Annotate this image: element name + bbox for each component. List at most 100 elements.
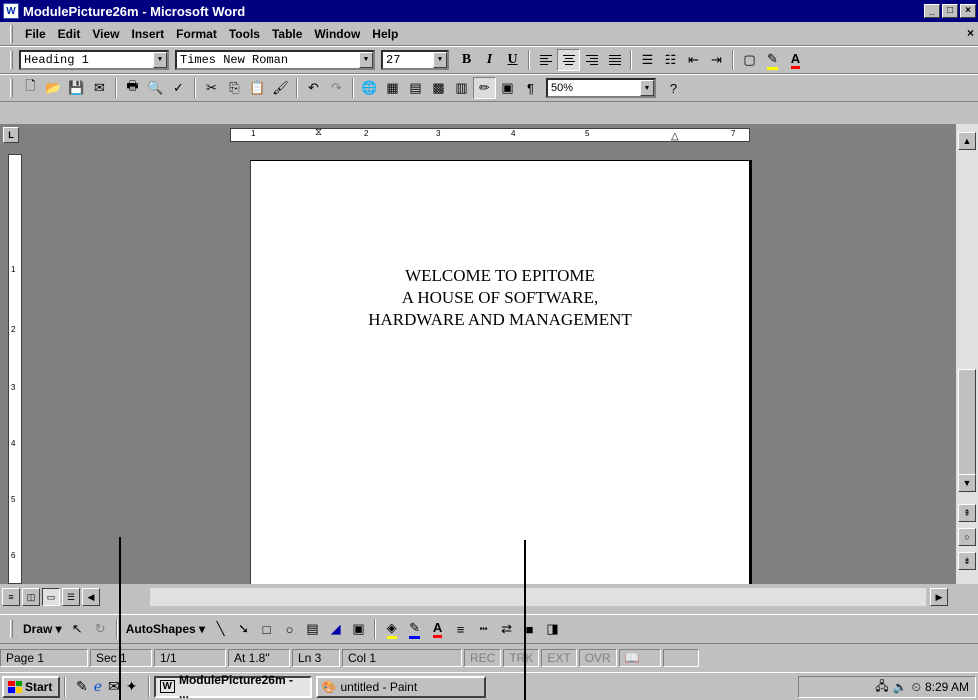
menu-help[interactable]: Help xyxy=(366,27,404,41)
justify-button[interactable] xyxy=(603,49,626,71)
show-desktop-icon[interactable]: ✎ xyxy=(76,678,88,695)
outline-view-button[interactable]: ☰ xyxy=(62,588,80,606)
bold-button[interactable]: B xyxy=(455,49,478,71)
insert-table-button[interactable]: ▤ xyxy=(404,77,427,99)
network-icon[interactable]: 🖧 xyxy=(875,677,888,698)
hyperlink-button[interactable]: 🌐 xyxy=(358,77,381,99)
scroll-up-button[interactable]: ▲ xyxy=(958,132,976,150)
redo-button[interactable]: ↷ xyxy=(325,77,348,99)
chevron-down-icon[interactable]: ▼ xyxy=(433,52,447,68)
draw-font-color-button[interactable]: A xyxy=(426,618,449,640)
shadow-button[interactable]: ■ xyxy=(518,618,541,640)
scroll-left-button[interactable]: ◀ xyxy=(82,588,100,606)
3d-button[interactable]: ◨ xyxy=(541,618,564,640)
status-trk[interactable]: TRK xyxy=(503,649,540,667)
show-hide-button[interactable]: ¶ xyxy=(519,77,542,99)
decrease-indent-button[interactable]: ⇤ xyxy=(682,49,705,71)
menu-edit[interactable]: Edit xyxy=(52,27,87,41)
web-layout-button[interactable]: ◫ xyxy=(22,588,40,606)
tab-selector[interactable]: L xyxy=(3,127,19,143)
fill-color-button[interactable]: ◈ xyxy=(380,618,403,640)
font-color-button[interactable]: A xyxy=(784,49,807,71)
oval-button[interactable]: ○ xyxy=(278,618,301,640)
text-box-button[interactable]: ▤ xyxy=(301,618,324,640)
menu-insert[interactable]: Insert xyxy=(125,27,170,41)
cut-button[interactable]: ✂ xyxy=(200,77,223,99)
menu-tools[interactable]: Tools xyxy=(223,27,266,41)
arrow-button[interactable]: ➘ xyxy=(232,618,255,640)
insert-excel-button[interactable]: ▩ xyxy=(427,77,450,99)
line-color-button[interactable]: ✎ xyxy=(403,618,426,640)
next-page-button[interactable]: ⇟ xyxy=(958,552,976,570)
menu-format[interactable]: Format xyxy=(170,27,223,41)
menu-file[interactable]: File xyxy=(19,27,52,41)
rectangle-button[interactable]: □ xyxy=(255,618,278,640)
status-ext[interactable]: EXT xyxy=(541,649,577,667)
drawing-button[interactable]: ✏ xyxy=(473,77,496,99)
paste-button[interactable]: 📋 xyxy=(246,77,269,99)
help-button[interactable]: ? xyxy=(662,77,685,99)
task-word-button[interactable]: W ModulePicture26m - ... xyxy=(153,673,312,700)
select-objects-button[interactable]: ↖ xyxy=(66,618,89,640)
font-size-combo[interactable]: 27 ▼ xyxy=(381,50,449,70)
channels-icon[interactable]: ✦ xyxy=(126,678,138,695)
menu-grip[interactable] xyxy=(10,24,13,43)
zoom-combo[interactable]: 50% ▼ xyxy=(546,78,656,98)
center-button[interactable] xyxy=(557,49,580,71)
align-left-button[interactable] xyxy=(534,49,557,71)
undo-button[interactable]: ↶ xyxy=(302,77,325,99)
numbering-button[interactable]: ☰ xyxy=(636,49,659,71)
font-combo[interactable]: Times New Roman ▼ xyxy=(175,50,375,70)
outlook-express-icon[interactable]: ✉ xyxy=(108,678,120,695)
status-ovr[interactable]: OVR xyxy=(578,649,617,667)
previous-page-button[interactable]: ⇞ xyxy=(958,504,976,522)
document-map-button[interactable]: ▣ xyxy=(496,77,519,99)
toolbar-grip[interactable] xyxy=(10,79,13,97)
document-page[interactable]: WELCOME TO EPITOME A HOUSE OF SOFTWARE, … xyxy=(250,160,752,584)
arrow-style-button[interactable]: ⇄ xyxy=(495,618,518,640)
chevron-down-icon[interactable]: ▼ xyxy=(640,80,654,96)
menu-window[interactable]: Window xyxy=(308,27,366,41)
clock[interactable]: 8:29 AM xyxy=(925,680,969,694)
word-app-icon[interactable]: W xyxy=(3,3,19,19)
menu-view[interactable]: View xyxy=(86,27,125,41)
autoshapes-menu-button[interactable]: AutoShapes ▾ xyxy=(122,622,209,636)
close-button[interactable]: × xyxy=(960,4,976,18)
line-button[interactable]: ╲ xyxy=(209,618,232,640)
underline-button[interactable]: U xyxy=(501,49,524,71)
chevron-down-icon[interactable]: ▼ xyxy=(153,52,167,68)
internet-explorer-icon[interactable]: ℯ xyxy=(94,678,102,695)
scroll-thumb[interactable] xyxy=(958,369,976,479)
vertical-scrollbar[interactable]: ▲ ▼ ⇞ ○ ⇟ xyxy=(956,124,978,584)
open-button[interactable]: 📂 xyxy=(42,77,65,99)
task-paint-button[interactable]: 🎨 untitled - Paint xyxy=(315,675,486,698)
document-close-button[interactable]: × xyxy=(967,26,974,40)
horizontal-scroll-track[interactable] xyxy=(150,588,926,606)
email-button[interactable]: ✉ xyxy=(88,77,111,99)
draw-menu-button[interactable]: Draw ▾ xyxy=(19,622,66,636)
borders-button[interactable]: ▢ xyxy=(738,49,761,71)
volume-icon[interactable]: 🔈 xyxy=(893,680,908,694)
scroll-down-button[interactable]: ▼ xyxy=(958,474,976,492)
indent-marker-icon[interactable]: ⧖ xyxy=(315,127,322,138)
horizontal-ruler[interactable]: 1 2 3 4 5 7 ⧖ △ xyxy=(230,127,750,142)
increase-indent-button[interactable]: ⇥ xyxy=(705,49,728,71)
restore-button[interactable]: □ xyxy=(942,4,958,18)
normal-view-button[interactable]: ≡ xyxy=(2,588,20,606)
wordart-button[interactable]: ◢ xyxy=(324,618,347,640)
tables-borders-button[interactable]: ▦ xyxy=(381,77,404,99)
menu-table[interactable]: Table xyxy=(266,27,308,41)
line-style-button[interactable]: ≡ xyxy=(449,618,472,640)
spelling-status-icon[interactable]: 📖 xyxy=(618,649,661,667)
scheduler-icon[interactable]: ⏲ xyxy=(912,680,921,695)
copy-button[interactable]: ⎘ xyxy=(223,77,246,99)
format-painter-button[interactable]: 🖌 xyxy=(269,77,292,99)
new-button[interactable]: 🗋 xyxy=(19,77,42,99)
start-button[interactable]: Start xyxy=(2,675,60,698)
print-button[interactable]: 🖶 xyxy=(121,77,144,99)
browse-object-button[interactable]: ○ xyxy=(958,528,976,546)
document-text[interactable]: WELCOME TO EPITOME A HOUSE OF SOFTWARE, … xyxy=(251,265,749,331)
free-rotate-button[interactable]: ↻ xyxy=(89,618,112,640)
columns-button[interactable]: ▥ xyxy=(450,77,473,99)
scroll-right-button[interactable]: ▶ xyxy=(930,588,948,606)
